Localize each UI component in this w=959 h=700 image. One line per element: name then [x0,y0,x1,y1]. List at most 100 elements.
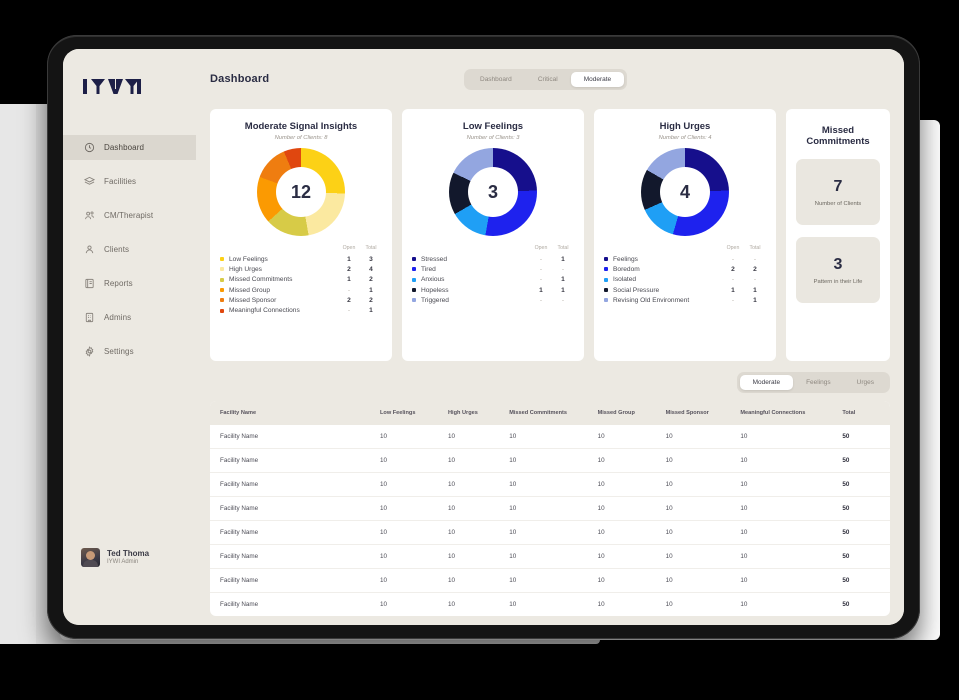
table-column-header[interactable]: Low Feelings [380,401,448,425]
legend-item-label: Missed Commitments [229,276,293,284]
sidebar-item-settings[interactable]: Settings [63,339,196,364]
table-cell-value: 10 [380,496,448,521]
sidebar-item-label: CM/Therapist [104,211,154,220]
legend-color-swatch [220,277,224,282]
table-cell-value: 10 [740,448,843,473]
table-cell-value: 10 [509,520,598,545]
table-row[interactable]: Facility Name 10 10 10 10 10 10 50 [210,496,890,521]
table-cell-value: 10 [665,433,673,440]
table-row[interactable]: Facility Name 10 10 10 10 10 10 50 [210,592,890,616]
table-cell-value: 10 [740,520,843,545]
sidebar-item-cm-therapist[interactable]: CM/Therapist [63,203,196,228]
legend-item-label: High Urges [229,265,262,273]
table-column-header[interactable]: Missed Group [597,401,666,425]
sidebar-item-facilities[interactable]: Facilities [63,169,196,194]
table-cell-value: 10 [740,592,843,616]
legend-open-value: - [539,265,543,273]
table-column-header[interactable]: Missed Commitments [509,401,598,425]
table-cell-value: 10 [665,520,741,545]
legend-item-label: Social Pressure [613,286,660,294]
tab-critical[interactable]: Critical [525,72,571,87]
card-title-line1: Missed [821,125,855,136]
table-cell-value: 10 [597,496,666,521]
legend-color-swatch [412,277,416,282]
legend-total-value: - [561,296,565,304]
table-row[interactable]: Facility Name 10 10 10 10 10 10 50 [210,520,890,545]
tablet-screen: Dashboard Facilities CM/Therapist Client… [63,49,904,625]
legend-color-swatch [220,308,224,313]
tab-dashboard[interactable]: Dashboard [467,72,525,87]
legend-header: Open Total [604,245,766,254]
table-cell-value: 10 [665,592,741,616]
table-row[interactable]: Facility Name 10 10 10 10 10 10 50 [210,448,890,473]
table-cell-value: 10 [597,520,666,545]
legend-item: Missed Commitments 1 2 [220,275,382,285]
legend-header-total: Total [749,245,761,251]
legend-color-swatch [220,298,224,303]
user-profile[interactable]: Ted Thoma IYWI Admin [81,548,149,567]
table-row[interactable]: Facility Name 10 10 10 10 10 10 50 [210,544,890,569]
donut-chart-wrapper: 12 [220,148,382,236]
table-row[interactable]: Facility Name 10 10 10 10 10 10 50 [210,472,890,497]
table-column-header[interactable]: Facility Name [210,401,380,425]
tab-moderate[interactable]: Moderate [570,72,625,87]
main-content: Dashboard Dashboard Critical Moderate Mo… [196,49,904,625]
table-cell-total: 50 [842,472,890,497]
legend-color-swatch [604,288,608,293]
legend-total-value: 1 [561,276,565,284]
card-legend: Open Total Low Feelings 1 3 High Urges 2 4 Mis… [220,245,382,316]
table-cell-value: 10 [740,472,843,497]
table-row[interactable]: Facility Name 10 10 10 10 10 10 50 [210,568,890,593]
legend-header: Open Total [412,245,574,254]
sidebar-item-admins[interactable]: Admins [63,305,196,330]
legend-item-label: Triggered [421,296,449,304]
sidebar-item-reports[interactable]: Reports [63,271,196,296]
table-cell-total: 50 [842,520,890,545]
table-cell-value: 10 [380,592,448,616]
card-legend: Open Total Stressed -1 Tired - - Anxious -1 Hop… [412,245,574,305]
table-cell-total: 50 [842,544,890,569]
table-cell-total: 50 [842,592,890,616]
legend-item: Missed Group - 1 [220,285,382,295]
legend-open-value: - [731,296,735,304]
table-cell-value: 10 [448,520,510,545]
legend-total-value: 2 [753,265,757,273]
table-cell-value: 10 [740,433,748,440]
table-cell-value: 10 [740,544,843,569]
table-row[interactable]: Facility Name 10 10 10 10 10 10 50 [210,425,890,449]
card-subtitle: Number of Clients: 4 [658,135,712,141]
table-cell-value: 10 [509,568,598,593]
table-cell-value: 10 [665,496,741,521]
layers-icon [83,176,95,188]
legend-color-swatch [604,257,608,262]
legend-item: Revising Old Environment - 1 [604,295,766,305]
table-cell-total: 50 [842,496,890,521]
legend-open-value: 1 [347,276,351,284]
legend-open-value: 2 [347,296,351,304]
sidebar-item-dashboard[interactable]: Dashboard [63,135,196,160]
table-tab-feelings[interactable]: Feelings [793,375,844,390]
profile-role: IYWI Admin [107,558,139,565]
table-tab-urges[interactable]: Urges [844,375,887,390]
table-column-header[interactable]: High Urges [448,401,510,425]
stat-label: Pattern in their Life [813,278,863,285]
table-cell-facility-name: Facility Name [210,544,380,569]
legend-item: Social Pressure 1 1 [604,285,766,295]
legend-header-open: Open [342,245,356,251]
legend-total-value: 1 [369,307,373,315]
table-column-header[interactable]: Total [842,401,890,425]
legend-item: Triggered - - [412,295,574,305]
legend-open-value: - [539,255,543,263]
legend-total-value: 2 [369,276,373,284]
table-cell-value: 10 [597,472,666,497]
legend-total-value: - [561,265,565,273]
card-moderate-signal-insights: Moderate Signal Insights Number of Clien… [210,109,392,361]
table-column-header[interactable]: Meaningful Connections [740,401,843,425]
table-cell-facility-name: Facility Name [210,448,380,473]
sidebar-item-clients[interactable]: Clients [63,237,196,262]
legend-item: Hopeless 1 1 [412,285,574,295]
table-tab-moderate[interactable]: Moderate [739,375,794,390]
card-title-line2: Commitments [806,136,870,147]
legend-total-value: - [753,255,757,263]
table-column-header[interactable]: Missed Sponsor [665,401,741,425]
